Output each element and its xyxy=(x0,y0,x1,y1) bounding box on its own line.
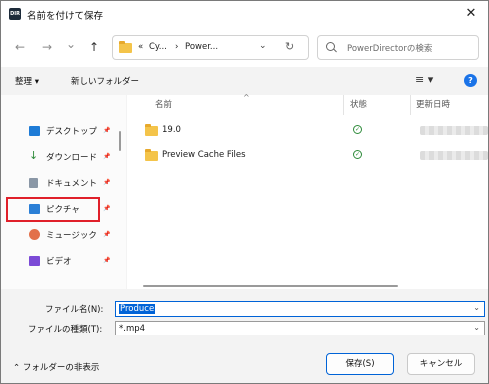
help-icon[interactable]: ? xyxy=(464,74,477,87)
hide-folders-button[interactable]: ⌃ フォルダーの非表示 xyxy=(13,361,99,373)
breadcrumb-cyberlink[interactable]: Cy... xyxy=(149,42,167,52)
navigation-pane: デスクトップ 📌 ↓ ダウンロード 📌 ドキュメント 📌 ピクチャ 📌 ミュージ… xyxy=(1,95,126,289)
breadcrumb-separator: › xyxy=(175,42,179,52)
filetype-value: *.mp4 xyxy=(119,324,146,334)
file-name: Preview Cache Files xyxy=(162,150,246,160)
folder-icon xyxy=(119,41,132,53)
modified-date-redacted xyxy=(420,126,488,135)
new-folder-button[interactable]: 新しいフォルダー xyxy=(71,75,139,87)
view-options-icon[interactable]: ≡ ▾ xyxy=(415,73,433,86)
sort-indicator-icon: ^ xyxy=(243,93,250,102)
title-bar: DIR 名前を付けて保存 ✕ xyxy=(1,1,488,27)
music-icon xyxy=(29,229,40,240)
breadcrumb-overflow[interactable]: « xyxy=(138,42,143,52)
modified-date-redacted xyxy=(420,151,488,160)
column-header-modified[interactable]: 更新日時 xyxy=(416,98,450,110)
organize-button[interactable]: 整理 ▾ xyxy=(15,75,39,87)
file-list-pane: ^ 名前 状態 更新日時 19.0 ✓ Preview Cache Files … xyxy=(127,93,488,289)
up-arrow-icon[interactable]: ↑ xyxy=(86,39,102,55)
sync-status-icon: ✓ xyxy=(353,125,362,134)
sidebar-item-label: ミュージック xyxy=(46,231,97,241)
dialog-title: 名前を付けて保存 xyxy=(27,11,104,22)
file-name: 19.0 xyxy=(162,125,181,135)
file-row[interactable]: 19.0 ✓ xyxy=(127,121,488,141)
cancel-button[interactable]: キャンセル xyxy=(407,353,475,375)
column-divider[interactable] xyxy=(343,95,344,115)
pin-icon: 📌 xyxy=(103,153,111,160)
sidebar-item-desktop[interactable]: デスクトップ 📌 xyxy=(29,123,114,139)
search-placeholder: PowerDirectorの検索 xyxy=(347,44,433,54)
refresh-icon[interactable]: ↻ xyxy=(285,40,294,53)
sidebar-item-videos[interactable]: ビデオ 📌 xyxy=(29,253,114,269)
document-icon xyxy=(29,178,38,188)
address-bar[interactable]: « Cy... › Power... ⌄ ↻ xyxy=(112,35,309,60)
desktop-icon xyxy=(29,126,40,136)
column-divider[interactable] xyxy=(410,95,411,115)
breadcrumb-powerdirector[interactable]: Power... xyxy=(185,42,218,52)
filetype-dropdown-icon[interactable]: ⌄ xyxy=(473,323,480,332)
sidebar-item-documents[interactable]: ドキュメント 📌 xyxy=(29,175,114,191)
pin-icon: 📌 xyxy=(103,127,111,134)
pin-icon: 📌 xyxy=(103,179,111,186)
search-box[interactable]: PowerDirectorの検索 xyxy=(317,35,479,60)
forward-arrow-icon[interactable]: → xyxy=(39,39,55,55)
dialog-footer: ⌃ フォルダーの非表示 保存(S) キャンセル xyxy=(1,335,488,383)
sidebar-item-downloads[interactable]: ↓ ダウンロード 📌 xyxy=(29,149,114,165)
sidebar-item-label: ダウンロード xyxy=(46,153,98,163)
highlight-box xyxy=(6,197,100,222)
folder-icon xyxy=(145,124,158,136)
command-toolbar: 整理 ▾ 新しいフォルダー ≡ ▾ ? xyxy=(1,67,488,95)
pin-icon: 📌 xyxy=(103,205,111,212)
file-row[interactable]: Preview Cache Files ✓ xyxy=(127,146,488,166)
column-header-name[interactable]: 名前 xyxy=(155,98,172,110)
save-as-dialog: DIR 名前を付けて保存 ✕ ← → ⌄ ↑ « Cy... › Power..… xyxy=(0,0,489,384)
save-options: ファイル名(N): Produce ⌄ ファイルの種類(T): *.mp4 ⌄ xyxy=(1,289,488,337)
filename-label: ファイル名(N): xyxy=(45,305,104,315)
pin-icon: 📌 xyxy=(103,231,111,238)
sidebar-item-music[interactable]: ミュージック 📌 xyxy=(29,227,114,243)
sync-status-icon: ✓ xyxy=(353,150,362,159)
powerdirector-app-icon: DIR xyxy=(9,8,21,20)
search-icon xyxy=(326,42,335,51)
horizontal-scrollbar[interactable] xyxy=(143,285,398,287)
filename-value: Produce xyxy=(119,304,156,314)
save-button[interactable]: 保存(S) xyxy=(326,353,394,375)
sidebar-item-label: ドキュメント xyxy=(46,179,98,189)
filename-input[interactable]: Produce ⌄ xyxy=(115,301,485,317)
back-arrow-icon[interactable]: ← xyxy=(12,39,28,55)
filetype-label: ファイルの種類(T): xyxy=(28,325,103,335)
column-header-status[interactable]: 状態 xyxy=(350,98,367,110)
video-icon xyxy=(29,256,40,266)
address-dropdown-icon[interactable]: ⌄ xyxy=(259,41,267,51)
close-button[interactable]: ✕ xyxy=(461,5,481,23)
pin-icon: 📌 xyxy=(103,257,111,264)
sidebar-item-label: デスクトップ xyxy=(46,127,98,137)
sidebar-item-label: ビデオ xyxy=(46,257,72,267)
folder-icon xyxy=(145,149,158,161)
recent-locations-chevron-icon[interactable]: ⌄ xyxy=(63,36,79,52)
filename-dropdown-icon[interactable]: ⌄ xyxy=(473,303,480,312)
download-icon: ↓ xyxy=(29,149,39,162)
navigation-bar: ← → ⌄ ↑ « Cy... › Power... ⌄ ↻ PowerDire… xyxy=(1,27,488,67)
sidebar-scrollbar[interactable] xyxy=(119,131,121,151)
